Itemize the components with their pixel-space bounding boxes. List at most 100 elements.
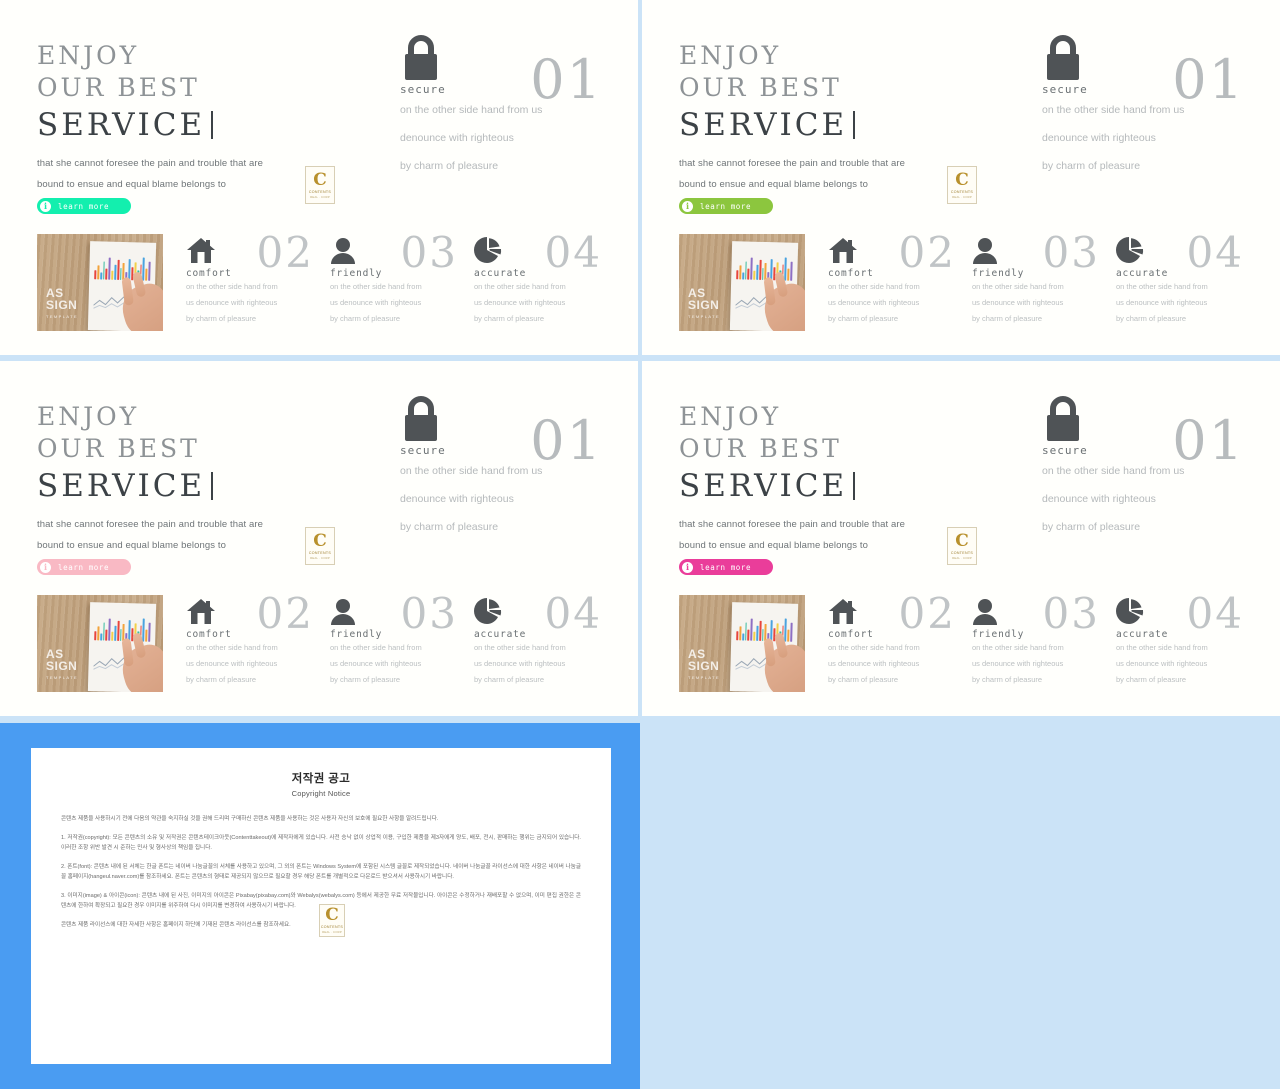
feature-secure[interactable]: 01 secure on the other side hand from us… [1042,33,1257,180]
feature-secure[interactable]: 01 secure on the other side hand from us… [1042,394,1257,541]
desk-photo-thumbnail[interactable]: AS SIGN TEMPLATE [37,234,163,331]
person-icon [973,238,997,264]
page-canvas: ENJOY OUR BEST SERVICE that she cannot f… [0,0,1280,1089]
lock-icon [400,394,442,442]
feature-number: 01 [1172,409,1245,472]
pie-chart-icon [1116,237,1144,263]
desk-photo-thumbnail[interactable]: AS SIGN TEMPLATE [679,595,805,692]
learn-more-button[interactable]: i learn more [679,198,773,214]
feature-description: on the other side hand from us denounce … [1116,282,1208,323]
bar-chart [94,254,151,281]
feature-secure[interactable]: 01 secure on the other side hand from us… [400,33,615,180]
lead-paragraph: that she cannot foresee the pain and tro… [679,158,906,190]
feature-accurate[interactable]: 04 accurate on the other side hand from … [474,232,618,327]
headline-line-3: SERVICE [679,104,856,146]
brand-letter: C [313,530,327,551]
feature-description: on the other side hand from us denounce … [972,282,1064,323]
watermark: AS SIGN TEMPLATE [688,647,721,680]
brand-badge: C CONTENTS REAL . CORP [305,166,335,204]
brand-tagline: REAL . CORP [952,194,972,199]
feature-comfort[interactable]: 02 comfort on the other side hand from u… [828,589,972,688]
headline: ENJOY OUR BEST SERVICE [679,40,856,146]
pie-chart-icon [474,598,502,624]
feature-comfort[interactable]: 02 comfort on the other side hand from u… [186,593,330,688]
brand-name: CONTENTS [950,550,974,555]
feature-description: on the other side hand from us denounce … [474,643,566,684]
service-slide[interactable]: ENJOY OUR BEST SERVICE that she cannot f… [642,361,1280,716]
desk-photo-thumbnail[interactable]: AS SIGN TEMPLATE [37,595,163,692]
feature-comfort[interactable]: 02 comfort on the other side hand from u… [828,228,972,327]
lead-paragraph: that she cannot foresee the pain and tro… [679,519,906,551]
brand-badge: C CONTENTS REAL . CORP [947,166,977,204]
learn-more-button[interactable]: i learn more [37,198,131,214]
copyright-slide[interactable]: 저작권 공고 Copyright Notice 콘텐츠 제품을 사용하시기 전에… [0,723,640,1089]
text-caret [211,111,214,139]
headline-line-1: ENJOY [37,41,140,70]
text-caret [211,472,214,500]
feature-description: on the other side hand from us denounce … [474,282,566,323]
service-slide[interactable]: ENJOY OUR BEST SERVICE that she cannot f… [642,0,1280,355]
headline: ENJOY OUR BEST SERVICE [37,40,214,146]
headline-line-1: ENJOY [679,41,782,70]
feature-row: 02 comfort on the other side hand from u… [186,589,618,688]
brand-letter: C [955,169,969,190]
feature-friendly[interactable]: 03 friendly on the other side hand from … [330,593,474,688]
headline-line-1: ENJOY [679,402,782,431]
service-slide[interactable]: ENJOY OUR BEST SERVICE that she cannot f… [0,0,638,355]
brand-badge: C CONTENTS REAL . CORP [947,527,977,565]
desk-photo-thumbnail[interactable]: AS SIGN TEMPLATE [679,234,805,331]
feature-comfort[interactable]: 02 comfort on the other side hand from u… [186,228,330,327]
home-icon [829,238,857,263]
feature-description: on the other side hand from us denounce … [972,643,1064,684]
feature-description: on the other side hand from us denounce … [1116,643,1208,684]
lock-icon [1042,394,1084,442]
lock-icon [1042,33,1084,81]
feature-number: 02 [898,228,956,277]
lead-paragraph: that she cannot foresee the pain and tro… [37,158,264,190]
bar-chart [736,615,793,642]
service-slide[interactable]: ENJOY OUR BEST SERVICE that she cannot f… [0,361,638,716]
learn-more-button[interactable]: i learn more [679,559,773,575]
feature-description: on the other side hand from us denounce … [330,282,422,323]
copyright-sheet: 저작권 공고 Copyright Notice 콘텐츠 제품을 사용하시기 전에… [31,748,611,1064]
watermark: AS SIGN TEMPLATE [46,286,79,319]
brand-name: CONTENTS [308,189,332,194]
lock-icon [400,33,442,81]
brand-name: CONTENTS [950,189,974,194]
person-icon [973,599,997,625]
brand-tagline: REAL . CORP [310,555,330,560]
person-icon [331,238,355,264]
person-icon [331,599,355,625]
feature-secure[interactable]: 01 secure on the other side hand from us… [400,394,615,541]
feature-friendly[interactable]: 03 friendly on the other side hand from … [972,593,1116,688]
brand-tagline: REAL . CORP [310,194,330,199]
brand-tagline: REAL . CORP [952,555,972,560]
copyright-title: 저작권 공고 [291,773,351,785]
info-icon: i [682,561,693,573]
brand-letter: C [325,905,339,925]
copyright-intro: 콘텐츠 제품을 사용하시기 전에 다음의 약관을 숙지하실 것을 권해 드리며 … [61,816,439,822]
feature-accurate[interactable]: 04 accurate on the other side hand from … [1116,593,1260,688]
feature-description: on the other side hand from us denounce … [828,643,920,684]
feature-friendly[interactable]: 03 friendly on the other side hand from … [330,228,474,327]
feature-number: 04 [544,589,602,638]
feature-number: 01 [1172,48,1245,111]
copyright-watermark-badge: C CONTENTS REAL . CORP [319,904,345,937]
learn-more-label: learn more [700,562,752,572]
brand-letter: C [955,530,969,551]
learn-more-label: learn more [58,201,110,211]
feature-friendly[interactable]: 03 friendly on the other side hand from … [972,228,1116,327]
brand-badge: C CONTENTS REAL . CORP [305,527,335,565]
headline-line-2: OUR BEST [679,73,842,102]
feature-number: 03 [1042,228,1100,277]
feature-number: 02 [256,228,314,277]
feature-accurate[interactable]: 04 accurate on the other side hand from … [1116,232,1260,327]
feature-row: 02 comfort on the other side hand from u… [828,228,1260,327]
feature-number: 02 [898,589,956,638]
learn-more-button[interactable]: i learn more [37,559,131,575]
feature-number: 03 [400,228,458,277]
feature-row: 02 comfort on the other side hand from u… [828,589,1260,688]
headline-line-3: SERVICE [679,465,856,507]
feature-accurate[interactable]: 04 accurate on the other side hand from … [474,589,618,688]
brand-letter: C [313,169,327,190]
